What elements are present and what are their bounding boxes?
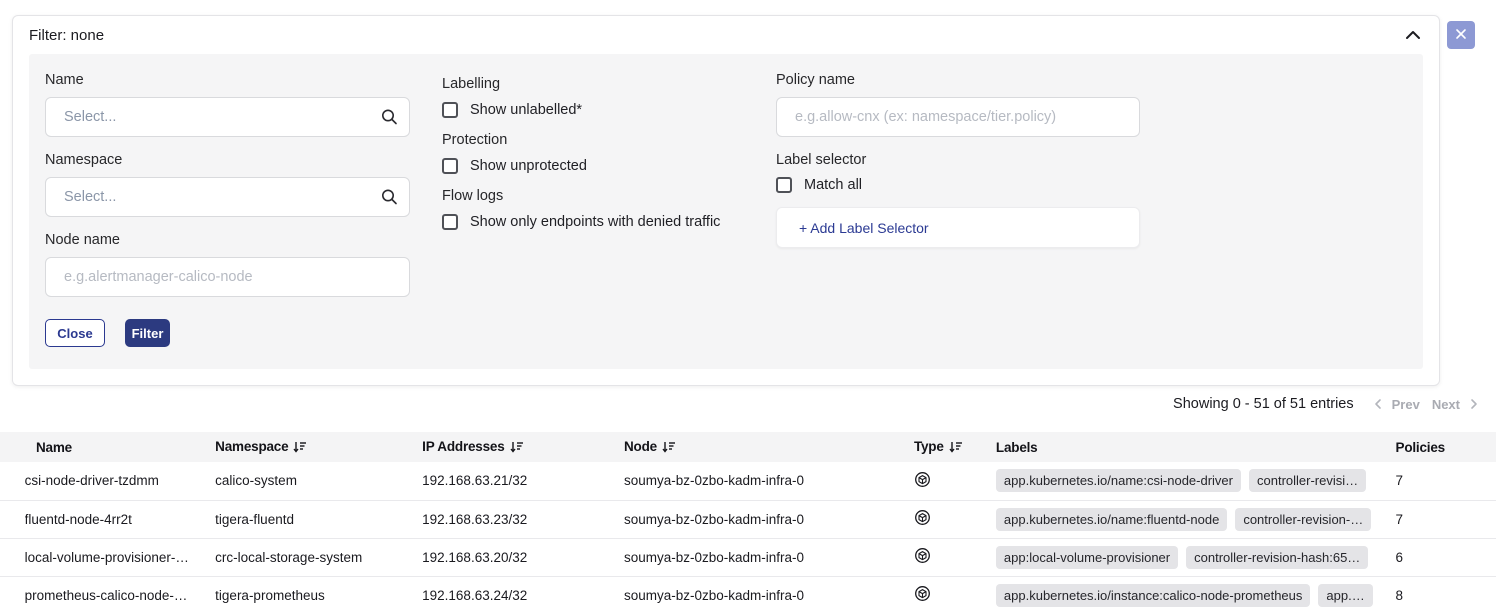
filter-column-left: Name Namespace Node name Close Filt xyxy=(45,72,410,347)
endpoint-name[interactable]: prometheus-calico-node-… xyxy=(25,576,216,614)
node-name-input[interactable] xyxy=(45,257,410,297)
endpoint-node: soumya-bz-0zbo-kadm-infra-0 xyxy=(624,576,914,614)
pagination: Showing 0 - 51 of 51 entries Prev Next xyxy=(1173,396,1482,412)
match-all-checkbox[interactable] xyxy=(776,177,792,193)
name-select-input[interactable] xyxy=(45,97,410,137)
filter-title: Filter: none xyxy=(29,27,104,44)
name-field-label: Name xyxy=(45,72,410,88)
filter-column-right: Policy name Label selector Match all + A… xyxy=(776,72,1140,347)
dismiss-filter-button[interactable] xyxy=(1447,21,1475,49)
endpoint-namespace: calico-system xyxy=(215,462,422,500)
namespace-field-label: Namespace xyxy=(45,152,410,168)
workload-endpoint-type-icon xyxy=(914,552,931,567)
search-icon xyxy=(381,189,398,206)
filter-button[interactable]: Filter xyxy=(125,319,170,347)
show-unlabelled-label: Show unlabelled* xyxy=(470,102,582,118)
label-chip[interactable]: app.kubernetes.io/instance:calico-node-p… xyxy=(996,584,1310,607)
table-header-row: Name Namespace IP Addresses Node Type La… xyxy=(0,432,1496,462)
table-row: prometheus-calico-node-… tigera-promethe… xyxy=(0,576,1496,614)
close-button[interactable]: Close xyxy=(45,319,105,347)
namespace-select-input[interactable] xyxy=(45,177,410,217)
label-chip[interactable]: app.… xyxy=(1318,584,1372,607)
protection-group-title: Protection xyxy=(442,132,744,148)
filter-panel: Filter: none Name Namespace xyxy=(12,15,1440,386)
endpoint-node: soumya-bz-0zbo-kadm-infra-0 xyxy=(624,500,914,538)
collapse-panel-button[interactable] xyxy=(1405,28,1421,43)
endpoint-ip: 192.168.63.20/32 xyxy=(422,538,624,576)
endpoint-namespace: crc-local-storage-system xyxy=(215,538,422,576)
label-chip[interactable]: app.kubernetes.io/name:csi-node-driver xyxy=(996,469,1241,492)
show-unprotected-checkbox[interactable] xyxy=(442,158,458,174)
workload-endpoint-type-icon xyxy=(914,590,931,605)
label-chip[interactable]: app.kubernetes.io/name:fluentd-node xyxy=(996,508,1227,531)
endpoint-name[interactable]: fluentd-node-4rr2t xyxy=(25,500,216,538)
endpoint-policies-count: 7 xyxy=(1396,462,1496,500)
add-label-selector-button[interactable]: + Add Label Selector xyxy=(776,207,1140,248)
label-chip[interactable]: controller-revision-… xyxy=(1235,508,1371,531)
chevron-up-icon xyxy=(1405,28,1421,43)
label-selector-group-title: Label selector xyxy=(776,152,1140,168)
endpoint-name[interactable]: csi-node-driver-tzdmm xyxy=(25,462,216,500)
endpoint-policies-count: 7 xyxy=(1396,500,1496,538)
prev-page-link[interactable]: Prev xyxy=(1392,397,1420,412)
denied-traffic-checkbox-row[interactable]: Show only endpoints with denied traffic xyxy=(442,214,744,230)
show-unprotected-label: Show unprotected xyxy=(470,158,587,174)
filter-form: Name Namespace Node name Close Filt xyxy=(29,54,1423,369)
label-chip[interactable]: app:local-volume-provisioner xyxy=(996,546,1178,569)
search-icon xyxy=(381,109,398,126)
show-unlabelled-checkbox-row[interactable]: Show unlabelled* xyxy=(442,102,744,118)
column-header-namespace[interactable]: Namespace xyxy=(215,432,422,462)
column-header-type[interactable]: Type xyxy=(914,432,996,462)
show-unlabelled-checkbox[interactable] xyxy=(442,102,458,118)
column-header-name[interactable]: Name xyxy=(0,432,215,462)
labelling-group-title: Labelling xyxy=(442,76,744,92)
table-row: csi-node-driver-tzdmm calico-system 192.… xyxy=(0,462,1496,500)
match-all-label: Match all xyxy=(804,177,862,193)
endpoint-ip: 192.168.63.24/32 xyxy=(422,576,624,614)
endpoint-node: soumya-bz-0zbo-kadm-infra-0 xyxy=(624,462,914,500)
endpoint-ip: 192.168.63.21/32 xyxy=(422,462,624,500)
label-chip[interactable]: controller-revisi… xyxy=(1249,469,1366,492)
endpoint-policies-count: 8 xyxy=(1396,576,1496,614)
prev-chevron-icon[interactable] xyxy=(1374,398,1382,410)
table-row: local-volume-provisioner-… crc-local-sto… xyxy=(0,538,1496,576)
flow-logs-group-title: Flow logs xyxy=(442,188,744,204)
endpoint-namespace: tigera-fluentd xyxy=(215,500,422,538)
next-page-link[interactable]: Next xyxy=(1432,397,1460,412)
endpoints-table: Name Namespace IP Addresses Node Type La… xyxy=(0,432,1496,614)
filter-column-middle: Labelling Show unlabelled* Protection Sh… xyxy=(442,72,744,347)
node-name-field-label: Node name xyxy=(45,232,410,248)
workload-endpoint-type-icon xyxy=(914,514,931,529)
policy-name-input[interactable] xyxy=(776,97,1140,137)
denied-traffic-label: Show only endpoints with denied traffic xyxy=(470,214,720,230)
close-icon xyxy=(1455,28,1467,43)
sort-icon[interactable] xyxy=(510,441,524,456)
filter-panel-header: Filter: none xyxy=(13,16,1439,54)
workload-endpoint-type-icon xyxy=(914,476,931,491)
column-header-node[interactable]: Node xyxy=(624,432,914,462)
next-chevron-icon[interactable] xyxy=(1470,398,1478,410)
pagination-summary: Showing 0 - 51 of 51 entries xyxy=(1173,396,1354,412)
sort-icon[interactable] xyxy=(662,441,676,456)
endpoint-namespace: tigera-prometheus xyxy=(215,576,422,614)
endpoint-ip: 192.168.63.23/32 xyxy=(422,500,624,538)
column-header-ip-addresses[interactable]: IP Addresses xyxy=(422,432,624,462)
label-chip[interactable]: controller-revision-hash:65… xyxy=(1186,546,1368,569)
endpoint-policies-count: 6 xyxy=(1396,538,1496,576)
show-unprotected-checkbox-row[interactable]: Show unprotected xyxy=(442,158,744,174)
table-row: fluentd-node-4rr2t tigera-fluentd 192.16… xyxy=(0,500,1496,538)
sort-icon[interactable] xyxy=(949,441,963,456)
policy-name-field-label: Policy name xyxy=(776,72,1140,88)
match-all-checkbox-row[interactable]: Match all xyxy=(776,177,1140,193)
endpoint-name[interactable]: local-volume-provisioner-… xyxy=(25,538,216,576)
sort-icon[interactable] xyxy=(293,441,307,456)
endpoint-node: soumya-bz-0zbo-kadm-infra-0 xyxy=(624,538,914,576)
column-header-labels[interactable]: Labels xyxy=(996,432,1396,462)
denied-traffic-checkbox[interactable] xyxy=(442,214,458,230)
column-header-policies[interactable]: Policies xyxy=(1396,432,1496,462)
